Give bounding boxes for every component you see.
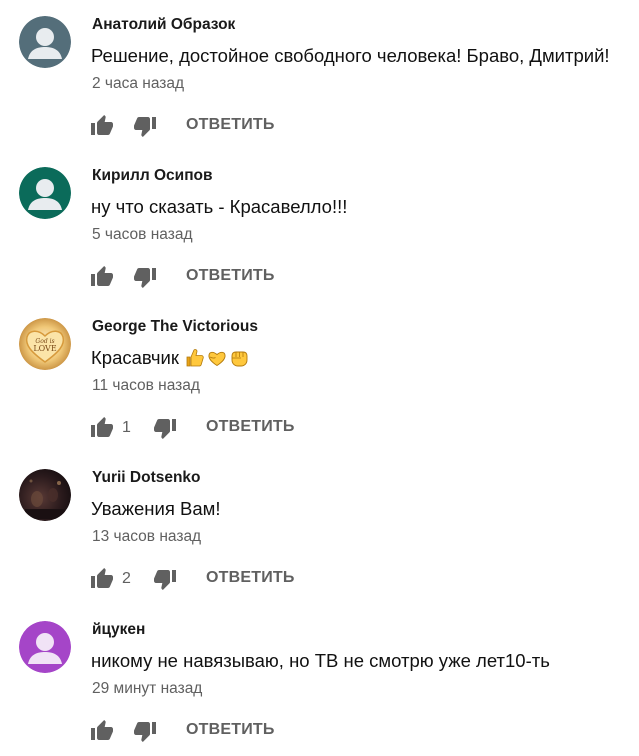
comment-actions: 1 ОТВЕТИТЬ — [0, 414, 639, 442]
comment-author[interactable]: Анатолий Образок — [92, 16, 235, 34]
comment-item: Yurii Dotsenko Уважения Вам! 13 часов на… — [0, 453, 639, 604]
comment-actions: ОТВЕТИТЬ — [0, 112, 639, 140]
like-count: 1 — [122, 419, 131, 436]
comment-author[interactable]: йцукен — [92, 621, 145, 639]
reply-button[interactable]: ОТВЕТИТЬ — [206, 569, 295, 587]
comment-timestamp[interactable]: 29 минут назад — [92, 680, 202, 698]
comment-text-content: ну что сказать - Красавелло!!! — [91, 196, 348, 217]
comment-item: Кирилл Осипов ну что сказать - Красавелл… — [0, 151, 639, 302]
thumbs-up-icon[interactable] — [90, 265, 114, 289]
comment-text-content: Красавчик — [91, 347, 179, 368]
comment-text: Решение, достойное свободного человека! … — [91, 45, 610, 67]
comment-text-content: Уважения Вам! — [91, 498, 221, 519]
comment-item: God is LOVE George The Victorious Красав… — [0, 302, 639, 453]
reply-button[interactable]: ОТВЕТИТЬ — [186, 721, 275, 739]
reply-button[interactable]: ОТВЕТИТЬ — [206, 418, 295, 436]
comment-timestamp[interactable]: 11 часов назад — [92, 377, 200, 395]
comment-timestamp[interactable]: 5 часов назад — [92, 226, 193, 244]
comment-author[interactable]: George The Victorious — [92, 318, 258, 336]
thumbs-up-icon[interactable] — [90, 114, 114, 138]
comment-actions: ОТВЕТИТЬ — [0, 263, 639, 291]
svg-text:LOVE: LOVE — [33, 344, 57, 353]
thumbs-down-icon[interactable] — [153, 567, 177, 591]
default-avatar-icon — [19, 16, 71, 68]
comment-text: никому не навязываю, но ТВ не смотрю уже… — [91, 650, 550, 672]
avatar[interactable]: God is LOVE — [19, 318, 71, 370]
yellow-heart-emoji-icon — [208, 351, 226, 367]
fist-emoji-icon — [231, 351, 248, 367]
comment-text: Уважения Вам! — [91, 498, 220, 520]
reply-button[interactable]: ОТВЕТИТЬ — [186, 116, 275, 134]
default-avatar-icon — [19, 167, 71, 219]
dark-photo-avatar — [19, 469, 71, 521]
comment-item: Анатолий Образок Решение, достойное своб… — [0, 0, 639, 151]
like-count: 2 — [122, 570, 131, 587]
comment-item: йцукен никому не навязываю, но ТВ не смо… — [0, 605, 639, 756]
comment-actions: 2 ОТВЕТИТЬ — [0, 565, 639, 593]
god-is-love-heart-avatar: God is LOVE — [19, 318, 71, 370]
thumbs-up-icon[interactable] — [90, 416, 114, 440]
avatar[interactable] — [19, 469, 71, 521]
comment-text-content: никому не навязываю, но ТВ не смотрю уже… — [91, 650, 550, 671]
thumbs-down-icon[interactable] — [133, 265, 157, 289]
comment-timestamp[interactable]: 13 часов назад — [92, 528, 201, 546]
comment-text: ну что сказать - Красавелло!!! — [91, 196, 347, 218]
thumbs-up-icon[interactable] — [90, 567, 114, 591]
default-avatar-icon — [19, 621, 71, 673]
avatar[interactable] — [19, 16, 71, 68]
thumbs-up-emoji-icon — [186, 349, 204, 367]
comment-actions: ОТВЕТИТЬ — [0, 717, 639, 745]
comment-author[interactable]: Yurii Dotsenko — [92, 469, 201, 487]
avatar[interactable] — [19, 621, 71, 673]
comment-text-content: Решение, достойное свободного человека! … — [91, 45, 610, 66]
thumbs-up-icon[interactable] — [90, 719, 114, 743]
thumbs-down-icon[interactable] — [133, 719, 157, 743]
comment-timestamp[interactable]: 2 часа назад — [92, 75, 184, 93]
comment-text: Красавчик — [91, 347, 249, 369]
avatar[interactable] — [19, 167, 71, 219]
thumbs-down-icon[interactable] — [133, 114, 157, 138]
thumbs-down-icon[interactable] — [153, 416, 177, 440]
reply-button[interactable]: ОТВЕТИТЬ — [186, 267, 275, 285]
comment-author[interactable]: Кирилл Осипов — [92, 167, 213, 185]
